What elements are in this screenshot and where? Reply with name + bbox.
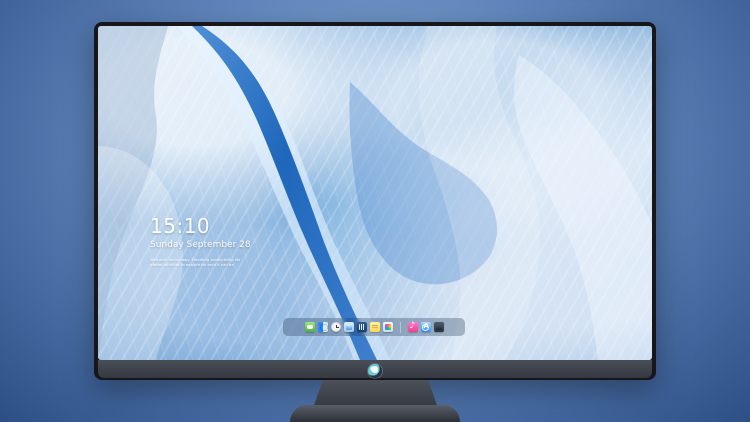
monitor-stand-neck — [313, 380, 438, 408]
notes-icon[interactable] — [369, 322, 380, 332]
dock — [283, 318, 465, 336]
dock-separator — [399, 321, 401, 333]
photos-icon[interactable] — [382, 322, 393, 332]
app-store-icon[interactable] — [420, 322, 431, 332]
terminal-icon[interactable] — [433, 322, 444, 332]
lock-date: Sunday September 28 — [150, 240, 251, 250]
notification-text: Welcome technology. Elevating productivi… — [150, 257, 330, 268]
lock-screen-overlay: 15:10 Sunday September 28 Welcome techno… — [150, 216, 330, 268]
video-icon[interactable] — [356, 322, 367, 332]
glacier-wallpaper — [98, 26, 652, 360]
monitor-stand-base — [290, 405, 460, 422]
messages-icon[interactable] — [304, 322, 315, 332]
preview-icon[interactable] — [343, 322, 354, 332]
robot-logo — [368, 364, 382, 378]
monitor-chin — [98, 360, 652, 378]
clock-icon[interactable] — [330, 322, 341, 332]
notification-line-2: matter whether to explore for tech it ca… — [150, 261, 234, 267]
desktop-screen: 15:10 Sunday September 28 Welcome techno… — [98, 26, 652, 360]
finder-icon[interactable] — [317, 322, 328, 332]
monitor: 15:10 Sunday September 28 Welcome techno… — [94, 22, 656, 380]
lock-time: 15:10 — [150, 214, 211, 238]
music-icon[interactable] — [407, 321, 418, 332]
